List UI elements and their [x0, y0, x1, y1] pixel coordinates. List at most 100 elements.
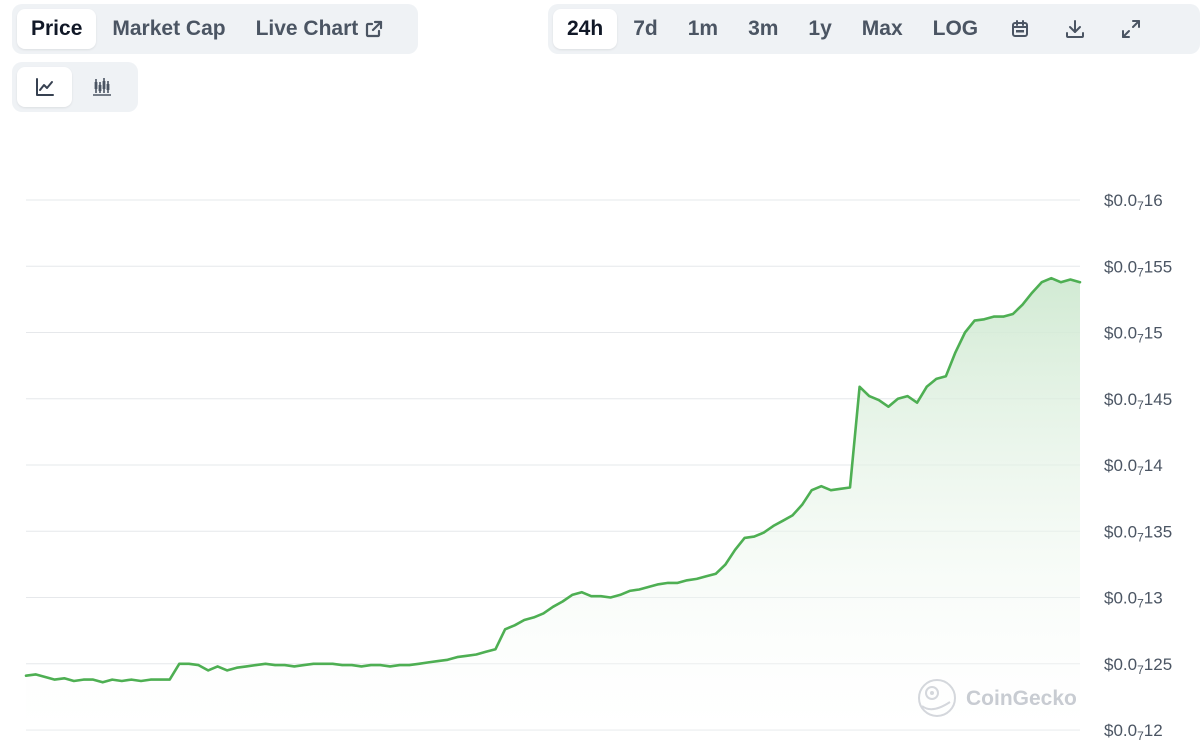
data-point — [772, 524, 775, 527]
y-axis-labels: $0.0716 $0.07155 $0.0715 $0.07145 $0.0714 $0.… — [1104, 191, 1172, 743]
data-point — [446, 658, 449, 661]
data-point — [417, 662, 420, 665]
data-point — [484, 650, 487, 653]
data-point — [408, 664, 411, 667]
data-point — [216, 665, 219, 668]
data-point — [887, 405, 890, 408]
data-point — [293, 665, 296, 668]
data-point — [925, 385, 928, 388]
data-point — [839, 487, 842, 490]
data-point — [197, 664, 200, 667]
data-point — [868, 395, 871, 398]
data-point — [849, 486, 851, 489]
data-point — [494, 648, 497, 651]
data-point — [513, 624, 516, 627]
data-point — [25, 674, 27, 677]
data-point — [714, 572, 717, 575]
data-point — [322, 662, 324, 665]
data-point — [619, 593, 622, 596]
data-point — [916, 401, 919, 404]
data-point — [178, 662, 181, 665]
data-point — [532, 616, 535, 619]
data-point — [638, 588, 641, 591]
data-point — [1050, 277, 1053, 280]
data-point — [456, 656, 459, 659]
data-point — [695, 577, 698, 580]
data-point — [437, 660, 439, 663]
data-point — [350, 664, 353, 667]
data-point — [92, 678, 95, 681]
data-point — [810, 489, 813, 492]
data-point — [896, 397, 899, 400]
data-point — [369, 664, 372, 667]
data-point — [398, 664, 401, 667]
data-point — [427, 661, 430, 664]
watermark-label: CoinGecko — [966, 687, 1077, 710]
data-point — [312, 662, 315, 665]
data-point — [906, 395, 909, 398]
y-tick-label: $0.0713 — [1104, 589, 1163, 611]
data-point — [791, 514, 794, 517]
data-point — [571, 593, 574, 596]
data-point — [820, 485, 823, 488]
data-point — [724, 563, 727, 566]
data-point — [120, 680, 123, 682]
data-point — [877, 399, 880, 402]
data-point — [149, 678, 152, 681]
y-tick-label: $0.0712 — [1104, 721, 1163, 743]
data-point — [465, 654, 468, 657]
data-point — [599, 595, 602, 598]
data-point — [1040, 281, 1043, 284]
data-point — [954, 351, 957, 354]
data-point — [255, 664, 257, 667]
data-point — [609, 596, 612, 599]
y-tick-label: $0.0714 — [1104, 456, 1163, 478]
data-point — [140, 680, 142, 682]
data-point — [168, 678, 171, 681]
data-point — [187, 662, 190, 665]
data-point — [801, 503, 804, 506]
data-point — [302, 664, 305, 667]
data-point — [1059, 281, 1062, 284]
data-point — [580, 591, 583, 594]
data-point — [992, 315, 995, 318]
data-point — [341, 664, 344, 667]
data-point — [283, 664, 286, 667]
data-point — [504, 628, 507, 631]
data-point — [973, 319, 976, 322]
data-point — [1021, 303, 1024, 306]
price-area — [26, 278, 1080, 730]
data-point — [264, 662, 267, 665]
data-point — [72, 680, 75, 682]
data-point — [111, 678, 114, 681]
y-tick-label: $0.07145 — [1104, 390, 1172, 412]
data-point — [1002, 315, 1005, 318]
data-point — [686, 579, 689, 582]
data-point — [858, 385, 861, 388]
data-point — [523, 619, 526, 621]
data-point — [657, 583, 660, 586]
data-point — [542, 612, 545, 615]
y-tick-label: $0.0716 — [1104, 191, 1163, 213]
data-point — [667, 581, 669, 584]
data-point — [753, 535, 756, 538]
data-point — [130, 678, 133, 681]
data-point — [561, 600, 564, 603]
data-point — [226, 669, 229, 672]
data-point — [159, 678, 162, 681]
y-tick-label: $0.07155 — [1104, 257, 1172, 279]
data-point — [44, 676, 47, 678]
data-point — [245, 665, 248, 668]
data-point — [628, 589, 631, 592]
y-tick-label: $0.07125 — [1104, 655, 1172, 677]
y-tick-label: $0.0715 — [1104, 324, 1163, 346]
data-point — [1031, 291, 1034, 294]
data-point — [1069, 278, 1072, 281]
data-point — [101, 681, 104, 684]
data-point — [676, 581, 679, 584]
data-point — [705, 575, 708, 578]
price-chart[interactable]: $0.0716 $0.07155 $0.0715 $0.07145 $0.0714 $0.… — [0, 0, 1200, 744]
data-point — [782, 519, 784, 522]
data-point — [235, 666, 238, 669]
data-point — [379, 664, 382, 667]
